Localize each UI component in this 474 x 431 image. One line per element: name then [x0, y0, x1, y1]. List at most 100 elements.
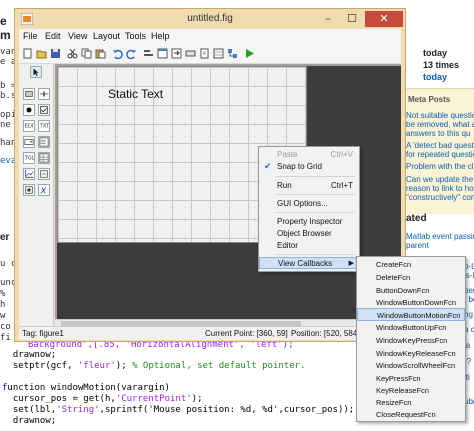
- run-icon[interactable]: [244, 48, 255, 59]
- submenu-item-windowkeypressfcn[interactable]: WindowKeyPressFcn: [357, 334, 465, 347]
- select-icon[interactable]: [30, 66, 42, 78]
- title-bar[interactable]: untitled.fig – ☐ ✕: [15, 9, 405, 29]
- status-tag: Tag: figure1: [22, 329, 64, 338]
- code-comment: % Optional, set default pointer.: [132, 361, 306, 371]
- copy-icon[interactable]: [81, 48, 92, 59]
- menu-view[interactable]: View: [68, 31, 87, 41]
- text-icon[interactable]: TXT: [38, 120, 50, 132]
- menu-item-snap-to-grid[interactable]: ✔ Snap to Grid: [259, 161, 359, 173]
- code-text: setptr(gcf,: [2, 361, 78, 371]
- code-line: setptr(gcf, 'fleur'); % Optional, set de…: [2, 361, 306, 371]
- code-fragment: fi: [0, 333, 11, 343]
- menu-item-label: Run: [277, 181, 292, 190]
- menu-separator: [275, 254, 355, 255]
- code-text: drawnow;: [2, 350, 57, 360]
- meta-link[interactable]: for repeated question: [406, 150, 474, 159]
- static-text-component[interactable]: Static Text: [108, 87, 208, 109]
- code-text: ,sprintf('Mouse position: %d, %d',cursor…: [99, 405, 355, 415]
- submenu-item-deletefcn[interactable]: DeleteFcn: [357, 271, 465, 284]
- svg-text:EDIT: EDIT: [25, 124, 35, 130]
- minimize-button[interactable]: –: [317, 11, 339, 27]
- activex-icon[interactable]: X: [38, 184, 50, 196]
- axes-icon[interactable]: [23, 168, 35, 180]
- menu-item-paste[interactable]: Paste Ctrl+V: [259, 149, 359, 161]
- stat-viewed: 13 times: [423, 60, 459, 70]
- code-fragment: %: [0, 289, 6, 299]
- close-button[interactable]: ✕: [365, 11, 403, 27]
- menu-item-editor[interactable]: Editor: [259, 240, 359, 252]
- menu-item-view-callbacks[interactable]: View Callbacks ▶: [259, 257, 359, 269]
- meta-link[interactable]: answers to this qu: [406, 129, 470, 138]
- stat-value[interactable]: today: [423, 72, 447, 82]
- submenu-item-windowscrollwheelfcn[interactable]: WindowScrollWheelFcn: [357, 359, 465, 372]
- checkbox-icon[interactable]: [38, 104, 50, 116]
- maximize-button[interactable]: ☐: [341, 11, 363, 27]
- menu-item-run[interactable]: Run Ctrl+T: [259, 180, 359, 192]
- panel-icon[interactable]: [38, 168, 50, 180]
- related-link[interactable]: Matlab event passin: [406, 232, 474, 241]
- menu-layout[interactable]: Layout: [93, 31, 120, 41]
- menu-help[interactable]: Help: [151, 31, 170, 41]
- submenu-item-label: WindowButtonMotionFcn: [377, 311, 461, 320]
- svg-text:TXT: TXT: [39, 124, 50, 130]
- submenu-item-closerequestfcn[interactable]: CloseRequestFcn: [357, 408, 465, 421]
- browser-icon[interactable]: [227, 48, 238, 59]
- menu-editor-icon[interactable]: [157, 48, 168, 59]
- tab-order-icon[interactable]: [171, 48, 182, 59]
- save-icon[interactable]: [50, 48, 61, 59]
- related-title: ated: [406, 213, 427, 224]
- redo-icon[interactable]: [126, 48, 137, 59]
- slider-icon[interactable]: [38, 88, 50, 100]
- callbacks-submenu: CreateFcn DeleteFcn ButtonDownFcn Window…: [356, 256, 466, 422]
- menu-item-gui-options[interactable]: GUI Options...: [259, 198, 359, 210]
- new-icon[interactable]: [22, 48, 33, 59]
- meta-link[interactable]: Problem with the cling: [406, 162, 474, 171]
- pushbutton-icon[interactable]: [23, 88, 35, 100]
- popup-icon[interactable]: [23, 136, 35, 148]
- code-line: function windowMotion(varargin): [2, 383, 170, 393]
- menu-item-label: GUI Options...: [277, 199, 328, 208]
- code-text: drawnow;: [2, 416, 57, 426]
- inspector-icon[interactable]: [213, 48, 224, 59]
- menu-tools[interactable]: Tools: [125, 31, 146, 41]
- meta-link[interactable]: Not suitable question: [406, 111, 474, 120]
- table-icon[interactable]: [38, 152, 50, 164]
- meta-link[interactable]: Can we update the "ra: [406, 175, 474, 184]
- menu-edit[interactable]: Edit: [45, 31, 61, 41]
- submenu-item-windowbuttonupfcn[interactable]: WindowButtonUpFcn: [357, 321, 465, 334]
- buttongroup-icon[interactable]: [23, 184, 35, 196]
- paste-icon[interactable]: [95, 48, 106, 59]
- meta-link[interactable]: A 'detect bad question: [406, 141, 474, 150]
- edit-icon[interactable]: EDIT: [23, 120, 35, 132]
- stat-value: today: [423, 48, 448, 58]
- radio-icon[interactable]: [23, 104, 35, 116]
- meta-link[interactable]: reason to link to how t: [406, 184, 474, 193]
- submenu-item-label: CreateFcn: [376, 260, 412, 269]
- code-fragment: h: [0, 300, 6, 310]
- listbox-icon[interactable]: [38, 136, 50, 148]
- menu-bar: File Edit View Layout Tools Help: [19, 29, 401, 45]
- meta-link[interactable]: "constructively" cond: [406, 193, 474, 202]
- meta-link[interactable]: be removed, what abo: [406, 120, 474, 129]
- code-line: set(lbl,'String',sprintf('Mouse position…: [2, 405, 354, 415]
- menu-item-object-browser[interactable]: Object Browser: [259, 228, 359, 240]
- submenu-item-label: WindowKeyReleaseFcn: [376, 349, 456, 358]
- open-icon[interactable]: [36, 48, 47, 59]
- submenu-item-windowbuttonmotionfcn[interactable]: WindowButtonMotionFcn: [357, 308, 465, 321]
- toolbar-editor-icon[interactable]: [185, 48, 196, 59]
- toggle-icon[interactable]: TGL: [23, 152, 35, 164]
- align-icon[interactable]: [143, 48, 154, 59]
- mfile-editor-icon[interactable]: [199, 48, 210, 59]
- code-line: drawnow;: [2, 350, 56, 360]
- undo-icon[interactable]: [112, 48, 123, 59]
- cut-icon[interactable]: [67, 48, 78, 59]
- submenu-item-createfcn[interactable]: CreateFcn: [357, 258, 465, 271]
- menu-item-label: Snap to Grid: [277, 162, 322, 171]
- menu-item-label: View Callbacks: [278, 259, 333, 268]
- code-string: 'fleur': [77, 361, 116, 371]
- code-fragment: w: [0, 311, 6, 321]
- menu-item-property-inspector[interactable]: Property Inspector: [259, 216, 359, 228]
- related-link[interactable]: parent: [406, 241, 429, 250]
- menu-file[interactable]: File: [23, 31, 38, 41]
- status-current-point: Current Point: [360, 59]: [205, 329, 288, 338]
